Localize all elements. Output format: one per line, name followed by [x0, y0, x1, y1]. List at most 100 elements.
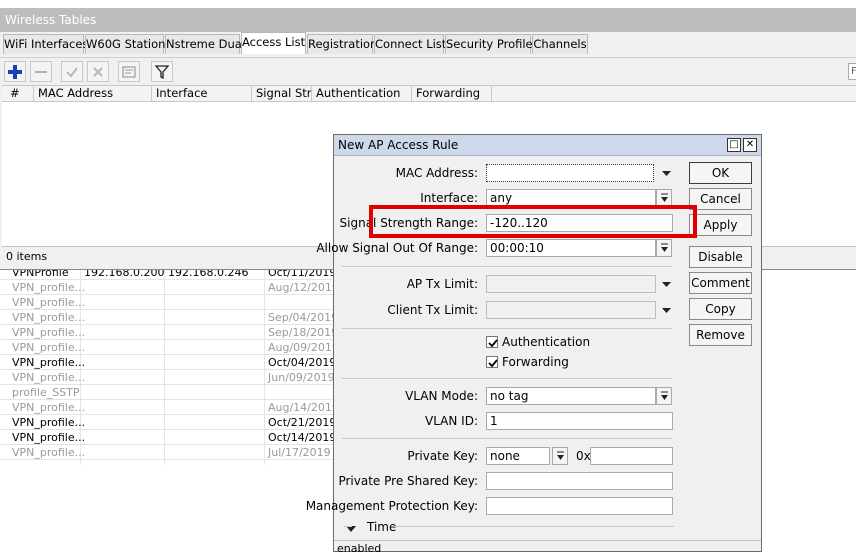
comment-button[interactable]: Comment: [689, 272, 752, 294]
private-key-label: Private Key:: [407, 449, 478, 463]
table-cell: VPN_profile...: [12, 446, 86, 459]
table-cell: Sep/04/2019: [268, 311, 339, 324]
allow-signal-dropdown-button[interactable]: [656, 239, 672, 257]
divider: [344, 526, 352, 527]
remove-icon: [35, 70, 47, 73]
dialog-title-bar[interactable]: New AP Access Rule □ ✕: [334, 135, 761, 156]
column-header-interface[interactable]: Interface: [152, 86, 252, 102]
private-pre-shared-key-label: Private Pre Shared Key:: [338, 474, 478, 488]
filter-button[interactable]: [151, 61, 173, 82]
chevron-down-icon[interactable]: [658, 164, 674, 182]
tab-connect-list[interactable]: Connect List: [374, 34, 446, 54]
table-row[interactable]: VPN_profile...: [0, 295, 340, 310]
authentication-checkbox[interactable]: [486, 336, 498, 348]
table-row[interactable]: VPN_profile... Sep/04/2019: [0, 310, 340, 325]
tab-w60g-station[interactable]: W60G Station: [85, 34, 165, 54]
divider: [342, 328, 672, 329]
authentication-checkbox-label: Authentication: [502, 335, 591, 349]
column-header-number[interactable]: #: [2, 86, 34, 102]
table-cell: VPN_profile...: [12, 416, 86, 429]
column-header-authentication[interactable]: Authentication: [312, 86, 412, 102]
divider: [342, 266, 672, 267]
vlan-id-field[interactable]: 1: [486, 412, 673, 430]
column-header-forwarding[interactable]: Forwarding: [412, 86, 492, 102]
ok-button[interactable]: OK: [689, 162, 752, 184]
ap-tx-limit-label: AP Tx Limit:: [406, 277, 478, 291]
remove-button[interactable]: [30, 61, 52, 82]
tab-security-profiles[interactable]: Security Profiles: [445, 34, 539, 54]
tab-wifi-interfaces[interactable]: WiFi Interfaces: [3, 34, 88, 54]
table-cell: Jul/17/2019: [268, 446, 331, 459]
filter-icon: [155, 64, 169, 79]
ap-tx-limit-field[interactable]: [486, 275, 656, 293]
table-row[interactable]: VPN_profile... Jun/09/2019: [0, 370, 340, 385]
table-row[interactable]: VPN_profile... Oct/04/2019: [0, 355, 340, 370]
copy-button[interactable]: Copy: [689, 298, 752, 320]
dropdown-arrow-icon: [660, 243, 668, 252]
mac-address-field[interactable]: [486, 164, 654, 182]
table-cell: VPN_profile...: [12, 341, 86, 354]
disable-button[interactable]: [87, 61, 109, 82]
table-row[interactable]: VPN_profile... Aug/12/2019: [0, 280, 340, 295]
vlan-mode-select[interactable]: no tag: [486, 387, 656, 405]
table-row[interactable]: VPN_profile... Jul/17/2019: [0, 445, 340, 460]
table-cell: VPN_profile...: [12, 296, 86, 309]
comment-button[interactable]: [118, 61, 140, 82]
table-cell: Aug/09/2019: [268, 341, 339, 354]
maximize-icon[interactable]: □: [727, 138, 741, 152]
add-button[interactable]: [4, 61, 26, 82]
table-cell: Oct/04/2019: [268, 356, 337, 369]
close-icon[interactable]: ✕: [743, 138, 757, 152]
management-protection-key-field[interactable]: [486, 497, 673, 515]
dropdown-arrow-icon: [660, 193, 668, 202]
table-cell: VPN_profile...: [12, 356, 86, 369]
table-row[interactable]: VPN_profile... Sep/18/2019: [0, 325, 340, 340]
table-row[interactable]: VPN_profile... Aug/14/2019: [0, 400, 340, 415]
chevron-down-icon[interactable]: [658, 275, 674, 293]
private-key-dropdown-button[interactable]: [552, 447, 568, 465]
new-ap-access-rule-dialog: New AP Access Rule □ ✕ MAC Address: Inte…: [306, 134, 762, 552]
find-input[interactable]: F: [848, 63, 856, 80]
table-cell: Oct/21/2019: [268, 416, 337, 429]
disable-button[interactable]: Disable: [689, 246, 752, 268]
add-icon: [8, 64, 22, 79]
private-pre-shared-key-field[interactable]: [486, 472, 673, 490]
enable-icon: [66, 66, 78, 78]
checkmark-icon: [488, 359, 498, 368]
interface-label: Interface:: [420, 191, 478, 205]
client-tx-limit-field[interactable]: [486, 301, 656, 319]
allow-signal-out-of-range-label: Allow Signal Out Of Range:: [316, 241, 478, 255]
time-section-label: Time: [367, 520, 397, 534]
checkmark-icon: [488, 339, 498, 348]
vlan-mode-dropdown-button[interactable]: [656, 387, 672, 405]
client-tx-limit-label: Client Tx Limit:: [387, 303, 478, 317]
apply-button[interactable]: Apply: [689, 214, 752, 236]
table-row[interactable]: VPN_profile... Oct/21/2019: [0, 415, 340, 430]
comment-icon: [122, 65, 136, 78]
table-cell: profile_SSTP: [12, 386, 80, 399]
forwarding-checkbox[interactable]: [486, 356, 498, 368]
column-header-signal-strength[interactable]: Signal Str...: [252, 86, 312, 102]
toolbar: [0, 57, 856, 85]
private-key-select[interactable]: none: [486, 447, 550, 465]
table-row[interactable]: VPN_profile... Oct/14/2019: [0, 430, 340, 445]
cancel-button[interactable]: Cancel: [689, 188, 752, 210]
table-cell: VPN_profile...: [12, 326, 86, 339]
remove-button[interactable]: Remove: [689, 324, 752, 346]
mac-address-label: MAC Address:: [395, 166, 478, 180]
private-key-hex-field[interactable]: [590, 447, 673, 465]
table-row[interactable]: VPN_profile... Aug/09/2019: [0, 340, 340, 355]
allow-signal-out-of-range-field[interactable]: 00:00:10: [486, 239, 656, 257]
tab-access-list[interactable]: Access List: [241, 32, 306, 54]
table-row[interactable]: profile_SSTP: [0, 385, 340, 400]
divider: [342, 438, 672, 439]
highlight-box: [369, 205, 697, 238]
table-cell: VPN_profile...: [12, 431, 86, 444]
dropdown-arrow-icon: [556, 451, 564, 460]
enable-button[interactable]: [61, 61, 83, 82]
chevron-down-icon[interactable]: [658, 301, 674, 319]
tab-registration[interactable]: Registration: [307, 34, 377, 54]
tab-nstreme-dual[interactable]: Nstreme Dual: [165, 34, 245, 54]
column-header-mac-address[interactable]: MAC Address: [34, 86, 152, 102]
tab-channels[interactable]: Channels: [532, 34, 588, 54]
